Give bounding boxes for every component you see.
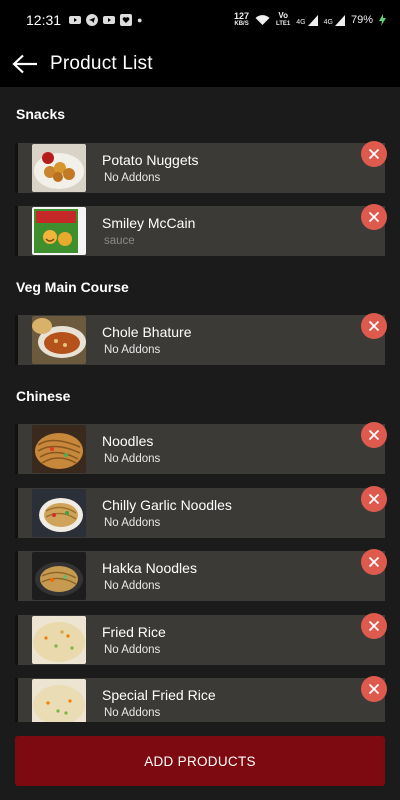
page-title: Product List <box>50 52 153 74</box>
list-item[interactable]: Chilly Garlic Noodles No Addons <box>15 486 387 538</box>
charging-icon <box>379 14 386 26</box>
list-item[interactable]: Special Fried Rice No Addons <box>15 676 387 722</box>
remove-item-button[interactable] <box>361 549 387 575</box>
list-item[interactable]: Chole Bhature No Addons <box>15 313 387 365</box>
product-addons: No Addons <box>104 452 161 465</box>
product-image <box>32 316 86 364</box>
product-name: Chilly Garlic Noodles <box>102 496 232 513</box>
close-icon <box>368 211 380 223</box>
section-title-snacks: Snacks <box>16 106 66 122</box>
notification-icons: ● <box>69 14 142 26</box>
product-addons: No Addons <box>104 643 161 656</box>
heart-app-icon <box>120 14 133 26</box>
add-products-button[interactable]: ADD PRODUCTS <box>15 736 385 786</box>
volte-indicator: Vo LTE1 <box>276 11 291 28</box>
product-image <box>32 616 86 664</box>
youtube-icon-2 <box>103 16 116 24</box>
product-image <box>32 207 86 255</box>
list-item[interactable]: Fried Rice No Addons <box>15 613 387 665</box>
remove-item-button[interactable] <box>361 613 387 639</box>
back-button[interactable] <box>0 40 50 87</box>
product-image <box>32 425 86 473</box>
section-title-veg-main-course: Veg Main Course <box>16 279 129 295</box>
status-bar: 12:31 ● 127 KB/S Vo LTE1 4G 4G 79% <box>0 0 400 40</box>
product-name: Fried Rice <box>102 623 166 640</box>
more-notifications-dot: ● <box>137 15 143 25</box>
close-icon <box>368 148 380 160</box>
product-image <box>32 552 86 600</box>
product-image <box>32 679 86 722</box>
network-speed: 127 KB/S <box>234 11 250 28</box>
signal-icon <box>307 14 318 26</box>
product-addons: No Addons <box>104 516 161 529</box>
remove-item-button[interactable] <box>361 141 387 167</box>
product-addons: No Addons <box>104 579 161 592</box>
remove-item-button[interactable] <box>361 676 387 702</box>
close-icon <box>368 683 380 695</box>
signal-1: 4G <box>296 14 318 26</box>
status-right: 127 KB/S Vo LTE1 4G 4G 79% <box>234 12 386 28</box>
close-icon <box>368 493 380 505</box>
remove-item-button[interactable] <box>361 313 387 339</box>
product-name: Chole Bhature <box>102 323 192 340</box>
product-name: Potato Nuggets <box>102 151 199 168</box>
close-icon <box>368 556 380 568</box>
product-name: Noodles <box>102 432 154 449</box>
list-item[interactable]: Potato Nuggets No Addons <box>15 141 387 193</box>
product-image <box>32 489 86 537</box>
product-list[interactable]: Snacks Potato Nuggets No Addons Smiley M… <box>0 87 400 722</box>
arrow-left-icon <box>12 54 37 73</box>
product-image <box>32 144 86 192</box>
wifi-icon <box>255 15 270 25</box>
signal-icon <box>334 14 345 26</box>
youtube-icon <box>69 16 82 24</box>
product-addons: No Addons <box>104 706 161 719</box>
remove-item-button[interactable] <box>361 486 387 512</box>
signal-2: 4G <box>324 14 345 26</box>
app-header: Product List <box>0 40 400 87</box>
list-item[interactable]: Hakka Noodles No Addons <box>15 549 387 601</box>
remove-item-button[interactable] <box>361 204 387 230</box>
close-icon <box>368 429 380 441</box>
section-title-chinese: Chinese <box>16 388 71 404</box>
product-addons: No Addons <box>104 171 161 184</box>
product-name: Smiley McCain <box>102 214 196 231</box>
remove-item-button[interactable] <box>361 422 387 448</box>
telegram-icon <box>86 14 99 26</box>
status-time: 12:31 <box>26 12 62 28</box>
close-icon <box>368 620 380 632</box>
list-item[interactable]: Noodles No Addons <box>15 422 387 474</box>
list-item[interactable]: Smiley McCain sauce <box>15 204 387 256</box>
battery-percent: 79% <box>350 14 373 26</box>
product-name: Special Fried Rice <box>102 686 216 703</box>
product-addons: No Addons <box>104 343 161 356</box>
close-icon <box>368 320 380 332</box>
product-addons: sauce <box>104 234 135 247</box>
product-name: Hakka Noodles <box>102 559 197 576</box>
